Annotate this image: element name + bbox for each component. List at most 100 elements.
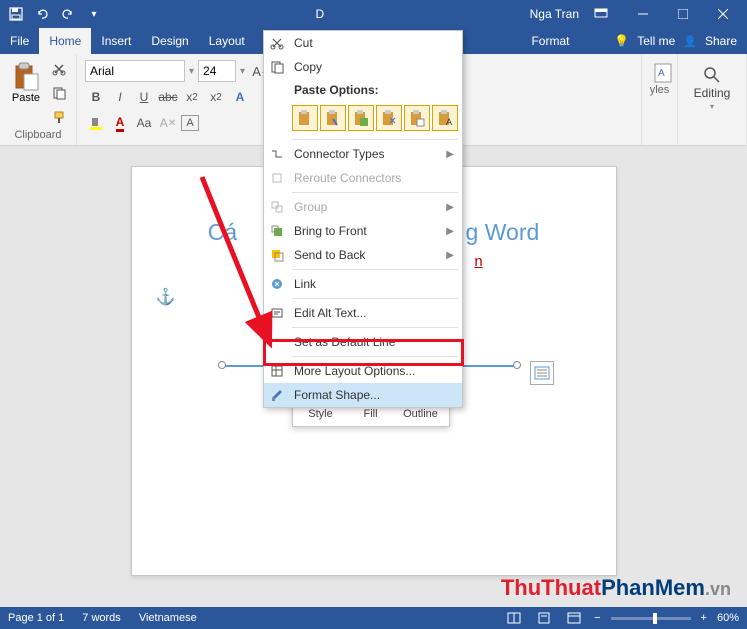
context-menu: Cut Copy Paste Options: A Connector Type… bbox=[263, 30, 463, 408]
char-border-icon[interactable]: A bbox=[181, 115, 199, 131]
paste-option-4[interactable] bbox=[376, 105, 402, 131]
ribbon-editing-group: Editing ▾ bbox=[678, 54, 747, 145]
paste-label: Paste bbox=[12, 92, 40, 104]
subscript-button[interactable]: x2 bbox=[181, 86, 203, 108]
underline-button[interactable]: U bbox=[133, 86, 155, 108]
group-icon bbox=[268, 198, 286, 216]
clear-format-icon[interactable]: A✕ bbox=[157, 112, 179, 134]
redo-icon[interactable] bbox=[56, 2, 80, 26]
italic-button[interactable]: I bbox=[109, 86, 131, 108]
svg-text:A: A bbox=[446, 117, 452, 127]
cm-more-layout[interactable]: More Layout Options... bbox=[264, 359, 462, 383]
cm-format-shape[interactable]: Format Shape... bbox=[264, 383, 462, 407]
cm-group: Group ▶ bbox=[264, 195, 462, 219]
tellme-label[interactable]: Tell me bbox=[637, 34, 675, 48]
bold-button[interactable]: B bbox=[85, 86, 107, 108]
web-layout-icon[interactable] bbox=[564, 608, 584, 628]
tab-design[interactable]: Design bbox=[141, 28, 198, 54]
paste-option-2[interactable] bbox=[320, 105, 346, 131]
status-page[interactable]: Page 1 of 1 bbox=[8, 612, 64, 624]
copy-icon[interactable] bbox=[48, 82, 70, 104]
styles-group-label: yles bbox=[648, 84, 671, 96]
layout-icon bbox=[268, 362, 286, 380]
zoom-in-icon[interactable]: + bbox=[701, 612, 707, 624]
text-effects-icon[interactable]: A bbox=[229, 86, 251, 108]
reroute-icon bbox=[268, 169, 286, 187]
lightbulb-icon: 💡 bbox=[614, 34, 629, 48]
chevron-right-icon: ▶ bbox=[446, 250, 454, 261]
close-button[interactable] bbox=[703, 0, 743, 28]
font-color-icon[interactable]: A bbox=[109, 112, 131, 134]
link-icon bbox=[268, 275, 286, 293]
cm-reroute: Reroute Connectors bbox=[264, 166, 462, 190]
styles-button[interactable]: A bbox=[648, 58, 678, 84]
maximize-button[interactable] bbox=[663, 0, 703, 28]
paste-option-1[interactable] bbox=[292, 105, 318, 131]
layout-options-icon[interactable] bbox=[530, 361, 554, 385]
minimize-button[interactable] bbox=[623, 0, 663, 28]
share-button[interactable]: Share bbox=[705, 34, 737, 48]
clipboard-group-label: Clipboard bbox=[6, 129, 70, 141]
paste-button[interactable]: Paste bbox=[6, 58, 46, 129]
strikethrough-button[interactable]: abc bbox=[157, 86, 179, 108]
tab-file[interactable]: File bbox=[0, 28, 39, 54]
highlight-icon[interactable] bbox=[85, 112, 107, 134]
cm-send-back[interactable]: Send to Back ▶ bbox=[264, 243, 462, 267]
share-icon: 👤 bbox=[683, 35, 697, 48]
format-shape-icon bbox=[268, 386, 286, 404]
read-mode-icon[interactable] bbox=[504, 608, 524, 628]
scissors-icon bbox=[268, 34, 286, 52]
tab-home[interactable]: Home bbox=[39, 28, 91, 54]
cm-cut[interactable]: Cut bbox=[264, 31, 462, 55]
paste-option-5[interactable] bbox=[404, 105, 430, 131]
change-case-icon[interactable]: Aa bbox=[133, 112, 155, 134]
save-icon[interactable] bbox=[4, 2, 28, 26]
tab-insert[interactable]: Insert bbox=[91, 28, 141, 54]
tab-format[interactable]: Format bbox=[521, 28, 579, 54]
paste-option-3[interactable] bbox=[348, 105, 374, 131]
send-back-icon bbox=[268, 246, 286, 264]
paste-option-6[interactable]: A bbox=[432, 105, 458, 131]
tab-layout[interactable]: Layout bbox=[199, 28, 255, 54]
cm-copy[interactable]: Copy bbox=[264, 55, 462, 79]
zoom-out-icon[interactable]: − bbox=[594, 612, 600, 624]
editing-button[interactable]: Editing ▾ bbox=[684, 58, 740, 111]
ribbon-display-icon[interactable] bbox=[589, 2, 613, 26]
watermark: ThuThuatPhanMem.vn bbox=[501, 575, 731, 601]
statusbar: Page 1 of 1 7 words Vietnamese − + 60% bbox=[0, 607, 747, 629]
anchor-icon: ⚓ bbox=[156, 287, 176, 307]
resize-handle-right[interactable] bbox=[513, 361, 521, 369]
titlebar-right: Nga Tran bbox=[530, 0, 747, 28]
cm-link[interactable]: Link bbox=[264, 272, 462, 296]
cm-alt-text[interactable]: Edit Alt Text... bbox=[264, 301, 462, 325]
cut-icon[interactable] bbox=[48, 58, 70, 80]
font-size-combo[interactable] bbox=[198, 60, 236, 82]
status-words[interactable]: 7 words bbox=[82, 612, 121, 624]
cm-default-line[interactable]: Set as Default Line bbox=[264, 330, 462, 354]
ribbon-clipboard-group: Paste Clipboard bbox=[0, 54, 77, 145]
window-title: D bbox=[110, 7, 530, 21]
format-painter-icon[interactable] bbox=[48, 106, 70, 128]
undo-icon[interactable] bbox=[30, 2, 54, 26]
status-language[interactable]: Vietnamese bbox=[139, 612, 197, 624]
cm-paste-options-label: Paste Options: bbox=[264, 79, 462, 101]
editing-label: Editing bbox=[694, 86, 731, 100]
alt-text-icon bbox=[268, 304, 286, 322]
paste-options-row: A bbox=[264, 101, 462, 137]
svg-text:A: A bbox=[658, 68, 665, 79]
cm-bring-front[interactable]: Bring to Front ▶ bbox=[264, 219, 462, 243]
titlebar: ▾ D Nga Tran bbox=[0, 0, 747, 28]
zoom-slider[interactable] bbox=[611, 617, 691, 620]
cm-connector-types[interactable]: Connector Types ▶ bbox=[264, 142, 462, 166]
quick-access-toolbar: ▾ bbox=[0, 2, 110, 26]
connector-icon bbox=[268, 145, 286, 163]
font-name-combo[interactable] bbox=[85, 60, 185, 82]
superscript-button[interactable]: x2 bbox=[205, 86, 227, 108]
chevron-right-icon: ▶ bbox=[446, 149, 454, 160]
qat-more-icon[interactable]: ▾ bbox=[82, 2, 106, 26]
user-name: Nga Tran bbox=[530, 7, 579, 21]
print-layout-icon[interactable] bbox=[534, 608, 554, 628]
zoom-level[interactable]: 60% bbox=[717, 612, 739, 624]
bring-front-icon bbox=[268, 222, 286, 240]
resize-handle-left[interactable] bbox=[218, 361, 226, 369]
